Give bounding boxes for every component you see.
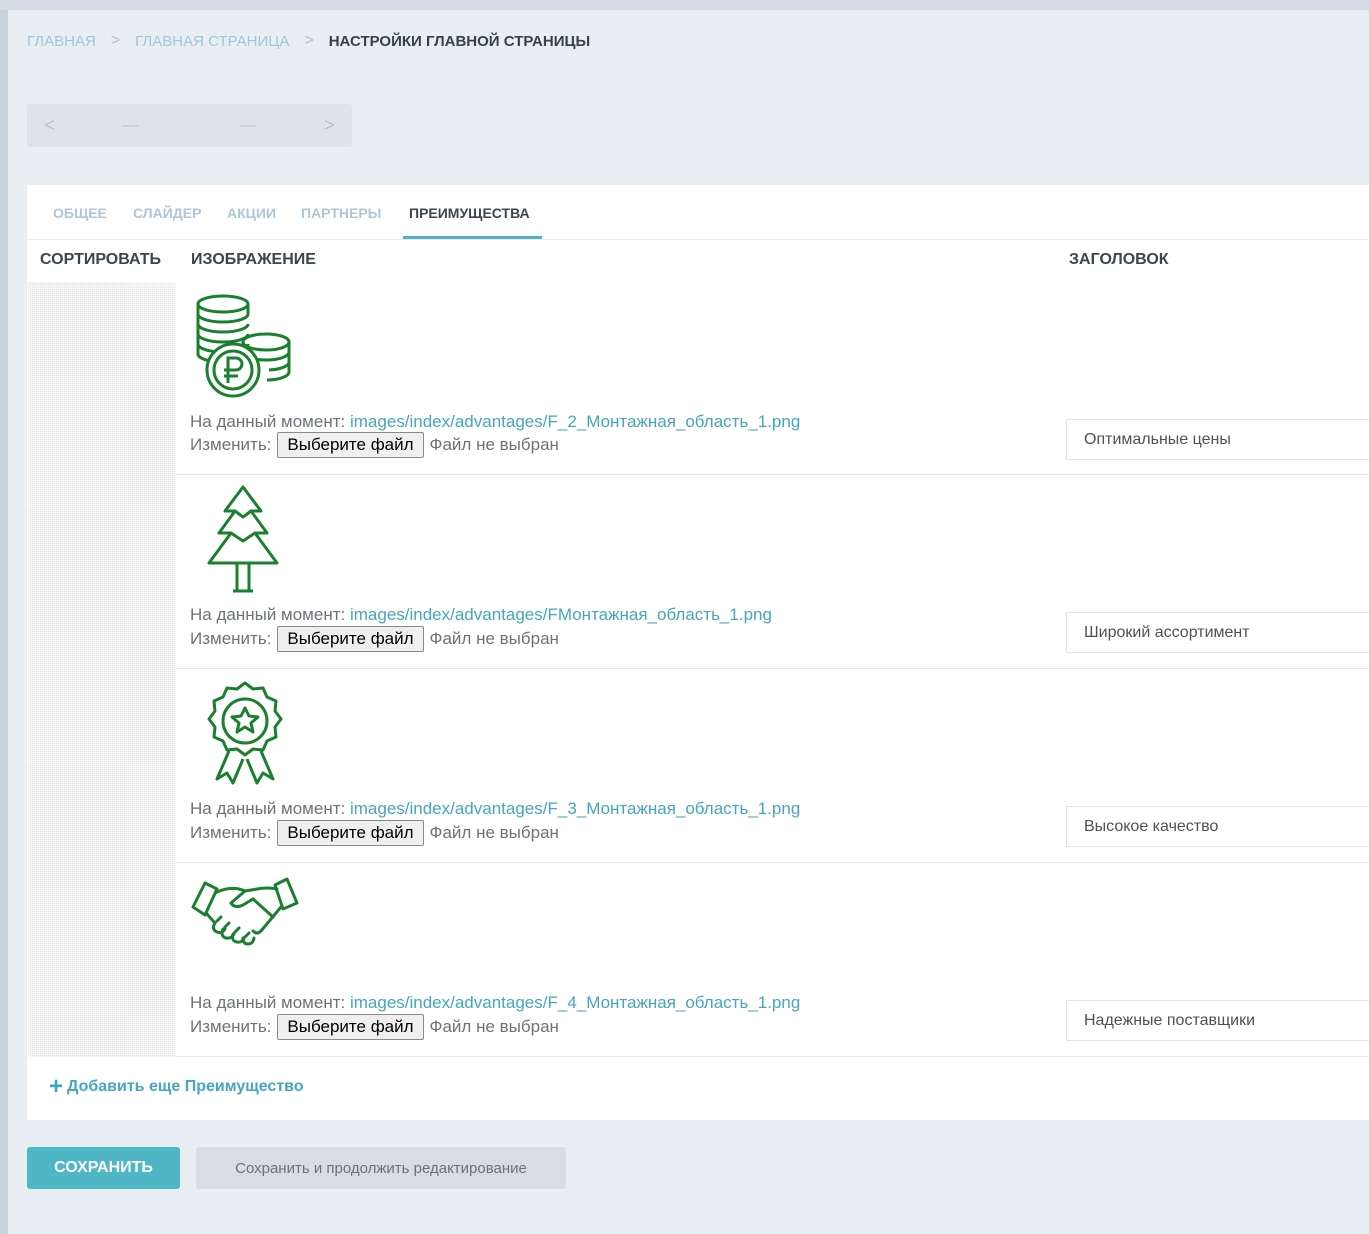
- breadcrumb-separator: >: [110, 32, 121, 49]
- add-advantage-label: Добавить еще Преимущество: [67, 1078, 304, 1095]
- tab-promotions[interactable]: Акции: [227, 205, 276, 221]
- column-header-sort: Сортировать: [40, 251, 162, 268]
- current-file-label: На данный момент:: [190, 799, 346, 818]
- prev-arrow-icon[interactable]: <: [27, 115, 72, 136]
- coins-ruble-icon: [191, 290, 301, 400]
- current-file-label: На данный момент:: [190, 993, 346, 1012]
- breadcrumb-current: Настройки главной страницы: [328, 32, 591, 50]
- current-file-line: На данный момент: images/index/advantage…: [190, 412, 800, 432]
- tab-general[interactable]: Общее: [53, 205, 107, 221]
- file-status: Файл не выбран: [429, 823, 559, 842]
- current-file-link[interactable]: images/index/advantages/F_3_Монтажная_об…: [350, 799, 800, 818]
- tab-advantages[interactable]: Преимущества: [409, 205, 530, 221]
- fir-tree-icon: [191, 483, 301, 593]
- current-file-line: На данный момент: images/index/advantage…: [190, 993, 800, 1013]
- title-input[interactable]: Оптимальные цены: [1066, 419, 1369, 460]
- current-file-link[interactable]: images/index/advantages/F_4_Монтажная_об…: [350, 993, 800, 1012]
- current-file-label: На данный момент:: [190, 412, 346, 431]
- language-right-dash: —: [240, 116, 257, 134]
- current-file-line: На данный момент: images/index/advantage…: [190, 799, 800, 819]
- file-status: Файл не выбран: [429, 1017, 559, 1036]
- next-arrow-icon[interactable]: >: [307, 115, 352, 136]
- tab-bar: Общее Слайдер Акции Партнеры Преимуществ…: [27, 185, 1369, 240]
- current-file-label: На данный момент:: [190, 605, 346, 624]
- choose-file-button[interactable]: Выберите файл: [277, 432, 424, 458]
- change-file-line: Изменить: Выберите файл Файл не выбран: [190, 432, 559, 458]
- save-and-continue-button[interactable]: Сохранить и продолжить редактирование: [196, 1147, 566, 1189]
- breadcrumb: Главная > Главная страница > Настройки г…: [27, 31, 590, 51]
- plus-icon: +: [49, 1073, 64, 1100]
- breadcrumb-homepage[interactable]: Главная страница: [135, 33, 289, 50]
- drag-handle[interactable]: [27, 475, 176, 669]
- content-panel: Общее Слайдер Акции Партнеры Преимуществ…: [27, 185, 1369, 1120]
- change-file-line: Изменить: Выберите файл Файл не выбран: [190, 820, 559, 846]
- choose-file-button[interactable]: Выберите файл: [277, 820, 424, 846]
- row-divider: [176, 1056, 1369, 1057]
- table-row: На данный момент: images/index/advantage…: [27, 669, 1369, 863]
- drag-handle[interactable]: [27, 669, 176, 863]
- current-file-link[interactable]: images/index/advantages/F_2_Монтажная_об…: [350, 412, 800, 431]
- current-file-line: На данный момент: images/index/advantage…: [190, 605, 772, 625]
- current-file-link[interactable]: images/index/advantages/FМонтажная_облас…: [350, 605, 772, 624]
- change-file-line: Изменить: Выберите файл Файл не выбран: [190, 626, 559, 652]
- add-advantage-link[interactable]: + Добавить еще Преимущество: [49, 1073, 304, 1100]
- change-file-line: Изменить: Выберите файл Файл не выбран: [190, 1014, 559, 1040]
- save-button[interactable]: Сохранить: [27, 1147, 180, 1189]
- active-tab-indicator: [403, 236, 542, 239]
- language-left-dash: —: [122, 116, 139, 134]
- choose-file-button[interactable]: Выберите файл: [277, 626, 424, 652]
- change-file-label: Изменить:: [190, 629, 272, 648]
- change-file-label: Изменить:: [190, 435, 272, 454]
- breadcrumb-home[interactable]: Главная: [27, 33, 96, 50]
- file-status: Файл не выбран: [429, 629, 559, 648]
- tab-partners[interactable]: Партнеры: [301, 205, 381, 221]
- choose-file-button[interactable]: Выберите файл: [277, 1014, 424, 1040]
- award-badge-icon: [191, 677, 301, 787]
- left-sidebar-edge: [0, 10, 8, 1234]
- handshake-icon: [191, 877, 301, 987]
- change-file-label: Изменить:: [190, 1017, 272, 1036]
- title-input[interactable]: Надежные поставщики: [1066, 1000, 1369, 1041]
- table-row: На данный момент: images/index/advantage…: [27, 475, 1369, 669]
- language-switcher: < — — >: [27, 104, 352, 147]
- table-row: На данный момент: images/index/advantage…: [27, 282, 1369, 475]
- drag-handle[interactable]: [27, 282, 176, 475]
- drag-handle[interactable]: [27, 863, 176, 1057]
- change-file-label: Изменить:: [190, 823, 272, 842]
- top-strip: [0, 0, 1369, 10]
- table-row: На данный момент: images/index/advantage…: [27, 863, 1369, 1057]
- column-header-title: Заголовок: [1069, 251, 1169, 268]
- title-input[interactable]: Широкий ассортимент: [1066, 612, 1369, 653]
- title-input[interactable]: Высокое качество: [1066, 806, 1369, 847]
- breadcrumb-separator: >: [304, 32, 314, 49]
- file-status: Файл не выбран: [429, 435, 559, 454]
- column-header-image: Изображение: [191, 251, 316, 268]
- tab-slider[interactable]: Слайдер: [133, 205, 201, 221]
